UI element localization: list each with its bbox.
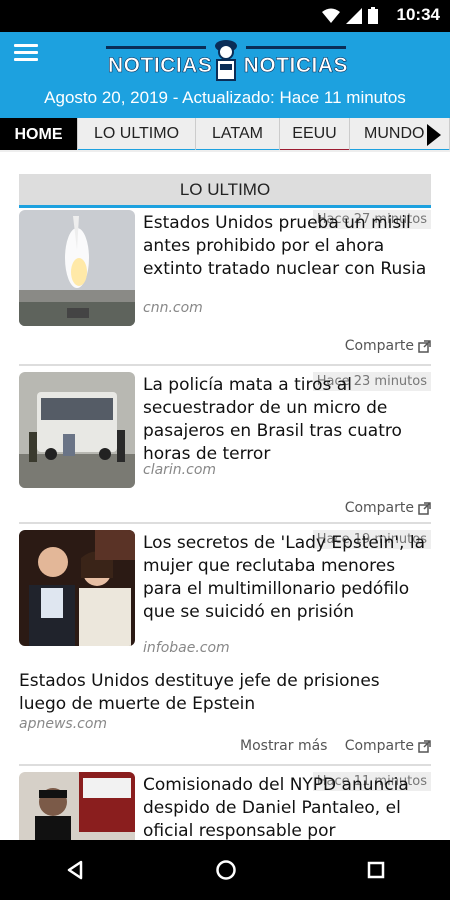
category-tabs: HOME LO ULTIMO LATAM EEUU MUNDO <box>0 118 450 152</box>
update-subtitle: Agosto 20, 2019 - Actualizado: Hace 11 m… <box>44 88 406 107</box>
share-label: Comparte <box>344 500 414 516</box>
news-story[interactable]: Hace 27 minutos Estados Unidos prueba un… <box>19 210 431 360</box>
signal-icon <box>346 7 362 24</box>
app-logo: NOTICIAS NOTICIAS <box>100 36 350 86</box>
related-story[interactable]: Estados Unidos destituye jefe de prision… <box>19 670 431 732</box>
share-button[interactable]: Comparte <box>345 738 431 754</box>
story-divider <box>19 364 431 366</box>
story-headline[interactable]: La policía mata a tiros al secuestrador … <box>143 374 433 466</box>
battery-icon <box>368 7 378 24</box>
back-icon[interactable] <box>65 860 85 880</box>
story-thumbnail[interactable] <box>19 210 135 326</box>
recents-icon[interactable] <box>367 861 385 879</box>
status-time: 10:34 <box>396 5 440 24</box>
status-bar: 10:34 <box>0 0 450 32</box>
external-link-icon <box>418 501 431 515</box>
system-nav-bar <box>0 840 450 900</box>
external-link-icon <box>418 739 431 753</box>
share-button[interactable]: Comparte <box>345 500 431 516</box>
story-source: clarin.com <box>143 462 217 478</box>
tab-latam[interactable]: LATAM <box>196 118 280 150</box>
related-headline[interactable]: Estados Unidos destituye jefe de prision… <box>19 670 431 716</box>
story-headline[interactable]: Estados Unidos prueba un misil antes pro… <box>143 212 433 281</box>
hamburger-menu-icon[interactable] <box>14 44 38 64</box>
story-thumbnail[interactable] <box>19 772 135 840</box>
share-button[interactable]: Comparte <box>345 338 431 354</box>
share-label: Comparte <box>344 338 414 354</box>
section-title: LO ULTIMO <box>19 174 431 208</box>
story-headline[interactable]: Comisionado del NYPD anuncia despido de … <box>143 774 433 840</box>
share-label: Comparte <box>344 738 414 754</box>
chevron-right-icon[interactable] <box>424 122 444 148</box>
related-source: apnews.com <box>19 716 108 732</box>
story-divider <box>19 522 431 524</box>
external-link-icon <box>418 339 431 353</box>
tab-eeuu[interactable]: EEUU <box>280 118 350 150</box>
news-story[interactable]: Hace 11 minutos Comisionado del NYPD anu… <box>19 772 431 840</box>
story-thumbnail[interactable] <box>19 530 135 646</box>
story-divider <box>19 764 431 766</box>
news-story[interactable]: Hace 23 minutos La policía mata a tiros … <box>19 372 431 522</box>
news-feed[interactable]: LO ULTIMO Hace 27 minutos Estados Unidos… <box>0 152 450 840</box>
show-more-link[interactable]: Mostrar más <box>240 738 327 754</box>
wifi-icon <box>322 8 340 23</box>
app-header: NOTICIAS NOTICIAS Agosto 20, 2019 - Actu… <box>0 32 450 118</box>
status-icons <box>322 7 378 24</box>
story-headline[interactable]: Los secretos de 'Lady Epstein', la mujer… <box>143 532 433 624</box>
home-icon[interactable] <box>215 859 237 881</box>
story-source: infobae.com <box>143 640 230 656</box>
newsboy-logo-icon <box>215 40 237 81</box>
story-source: cnn.com <box>143 300 203 316</box>
tab-lo-ultimo[interactable]: LO ULTIMO <box>78 118 196 150</box>
tab-home[interactable]: HOME <box>0 118 78 150</box>
story-thumbnail[interactable] <box>19 372 135 488</box>
